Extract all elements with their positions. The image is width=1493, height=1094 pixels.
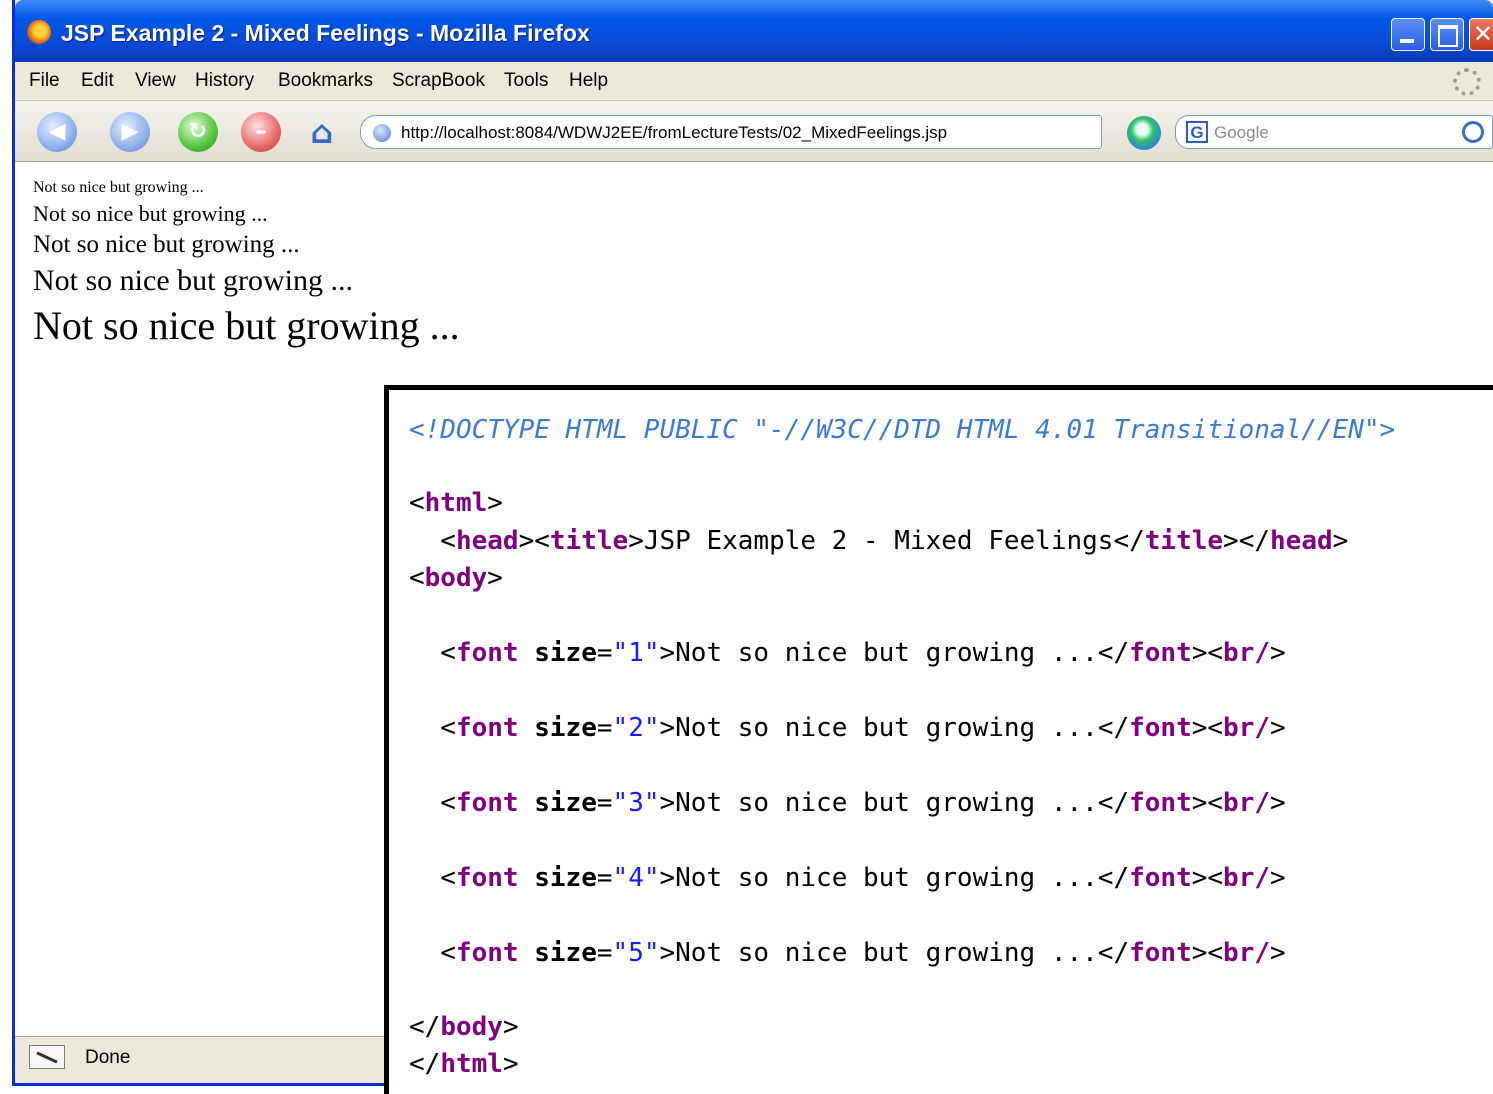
code-tag: font — [455, 638, 519, 668]
reload-button[interactable]: ↻ — [178, 112, 218, 152]
code-body-close: </body> — [409, 1012, 519, 1042]
text-line-size-5: Not so nice but growing ... — [33, 303, 460, 348]
code-tag: title — [1144, 526, 1224, 556]
code-font-line-2: <font size="2">Not so nice but growing .… — [409, 713, 1286, 743]
code-attr: size — [534, 638, 597, 668]
window-title: JSP Example 2 - Mixed Feelings - Mozilla… — [61, 20, 590, 46]
google-icon[interactable]: G — [1186, 121, 1208, 143]
code-head: <head><title>JSP Example 2 - Mixed Feeli… — [409, 526, 1349, 556]
menu-bookmarks[interactable]: Bookmarks — [278, 70, 373, 92]
code-tag: head — [455, 526, 519, 556]
home-icon: ⌂ — [310, 113, 334, 151]
source-code-panel: <!DOCTYPE HTML PUBLIC "-//W3C//DTD HTML … — [384, 385, 1493, 1094]
code-tag: font — [1129, 863, 1192, 893]
menu-tools[interactable]: Tools — [504, 70, 548, 92]
go-button[interactable] — [1127, 116, 1161, 150]
text-line-size-3: Not so nice but growing ... — [33, 231, 300, 258]
stop-button[interactable]: – — [241, 112, 281, 152]
stop-icon: – — [255, 119, 267, 144]
code-tag: font — [455, 863, 519, 893]
code-tag: br — [1223, 713, 1255, 743]
code-font-text: Not so nice but growing ... — [675, 938, 1098, 968]
code-attr: size — [534, 938, 597, 968]
code-font-text: Not so nice but growing ... — [675, 713, 1098, 743]
code-tag: br — [1223, 638, 1255, 668]
code-font-line-5: <font size="5">Not so nice but growing .… — [409, 938, 1286, 968]
code-tag: font — [1129, 788, 1192, 818]
forward-arrow-icon: ▶ — [121, 119, 139, 144]
menu-help[interactable]: Help — [569, 70, 608, 92]
code-tag: font — [1129, 713, 1192, 743]
code-doctype: <!DOCTYPE HTML PUBLIC "-//W3C//DTD HTML … — [409, 415, 1396, 445]
close-button[interactable]: ✕ — [1469, 18, 1493, 51]
menu-file[interactable]: File — [29, 70, 60, 92]
code-font-line-4: <font size="4">Not so nice but growing .… — [409, 863, 1286, 893]
code-attr-value: 5 — [628, 938, 644, 968]
code-tag: br — [1223, 788, 1255, 818]
url-bar[interactable]: http://localhost:8084/WDWJ2EE/fromLectur… — [360, 115, 1102, 149]
code-tag: br — [1223, 938, 1255, 968]
search-input[interactable]: Google — [1214, 123, 1269, 143]
code-title-text: JSP Example 2 - Mixed Feelings — [643, 526, 1114, 556]
code-tag: head — [1270, 526, 1333, 556]
back-button[interactable]: ◀ — [37, 112, 77, 152]
throbber-icon — [1453, 68, 1481, 96]
code-tag: font — [1129, 638, 1192, 668]
minimize-icon — [1400, 39, 1414, 43]
code-html-open: <html> — [409, 488, 503, 518]
code-tag: body — [424, 563, 488, 593]
code-tag: html — [424, 488, 488, 518]
code-tag: font — [455, 713, 519, 743]
code-tag: font — [455, 938, 519, 968]
code-font-text: Not so nice but growing ... — [675, 863, 1098, 893]
code-font-line-1: <font size="1">Not so nice but growing .… — [409, 638, 1286, 668]
title-bar[interactable]: JSP Example 2 - Mixed Feelings - Mozilla… — [15, 0, 1493, 62]
menu-view[interactable]: View — [135, 70, 176, 92]
forward-button[interactable]: ▶ — [110, 112, 150, 152]
code-attr: size — [534, 863, 597, 893]
menu-history[interactable]: History — [195, 70, 254, 92]
code-attr-value: 1 — [628, 638, 644, 668]
reload-icon: ↻ — [188, 119, 208, 144]
menu-bar: File Edit View History Bookmarks ScrapBo… — [15, 62, 1493, 101]
menu-edit[interactable]: Edit — [81, 70, 114, 92]
close-icon: ✕ — [1473, 20, 1493, 48]
code-attr-value: 4 — [628, 863, 644, 893]
text-line-size-2: Not so nice but growing ... — [33, 201, 268, 226]
navigation-toolbar: ◀ ▶ ↻ – ⌂ http://localhost:8084/WDWJ2EE/… — [15, 101, 1493, 162]
menu-scrapbook[interactable]: ScrapBook — [392, 70, 485, 92]
code-tag: html — [440, 1049, 503, 1079]
code-font-text: Not so nice but growing ... — [675, 638, 1098, 668]
status-icon — [29, 1045, 65, 1069]
code-attr-value: 3 — [628, 788, 644, 818]
code-tag: font — [1129, 938, 1192, 968]
text-line-size-4: Not so nice but growing ... — [33, 264, 353, 297]
code-attr-value: 2 — [628, 713, 644, 743]
code-attr: size — [534, 788, 597, 818]
back-arrow-icon: ◀ — [48, 119, 66, 144]
code-font-text: Not so nice but growing ... — [675, 788, 1098, 818]
code-body-open: <body> — [409, 563, 503, 593]
code-tag: br — [1223, 863, 1255, 893]
maximize-button[interactable] — [1430, 18, 1464, 51]
url-text[interactable]: http://localhost:8084/WDWJ2EE/fromLectur… — [401, 123, 947, 143]
page-icon — [373, 124, 391, 142]
code-html-close: </html> — [409, 1049, 519, 1079]
code-tag: title — [549, 526, 629, 556]
code-attr: size — [534, 713, 597, 743]
search-icon[interactable] — [1462, 121, 1484, 143]
home-button[interactable]: ⌂ — [300, 112, 344, 152]
code-font-line-3: <font size="3">Not so nice but growing .… — [409, 788, 1286, 818]
code-tag: body — [440, 1012, 503, 1042]
maximize-icon — [1438, 25, 1458, 47]
firefox-icon — [27, 20, 51, 44]
status-text: Done — [85, 1047, 131, 1068]
minimize-button[interactable] — [1391, 18, 1425, 51]
search-bar[interactable]: G Google — [1175, 115, 1493, 149]
code-tag: font — [455, 788, 519, 818]
text-line-size-1: Not so nice but growing ... — [33, 179, 204, 196]
